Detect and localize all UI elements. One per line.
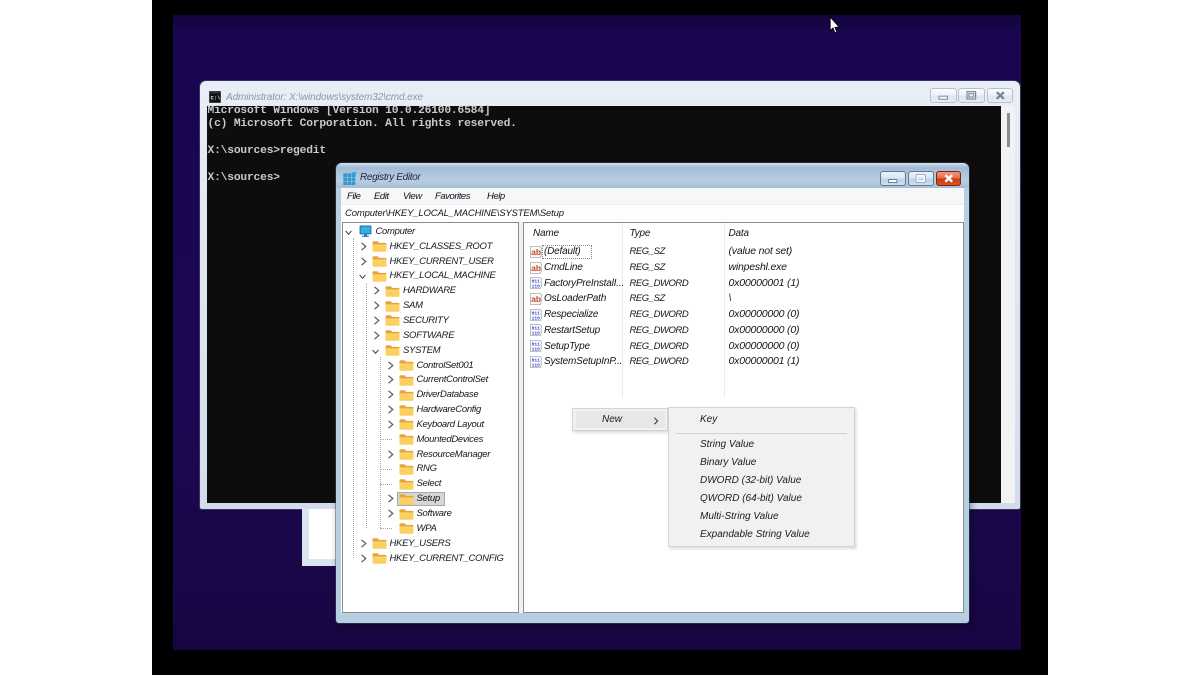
svg-text:110: 110 bbox=[531, 346, 540, 352]
svg-text:110: 110 bbox=[531, 362, 540, 368]
svg-text:ab: ab bbox=[531, 294, 541, 304]
svg-text:110: 110 bbox=[531, 315, 540, 321]
svg-text:C:\: C:\ bbox=[211, 95, 222, 102]
svg-text:ab: ab bbox=[531, 247, 541, 257]
svg-text:110: 110 bbox=[531, 284, 540, 290]
svg-text:ab: ab bbox=[531, 262, 541, 272]
svg-text:110: 110 bbox=[531, 331, 540, 337]
